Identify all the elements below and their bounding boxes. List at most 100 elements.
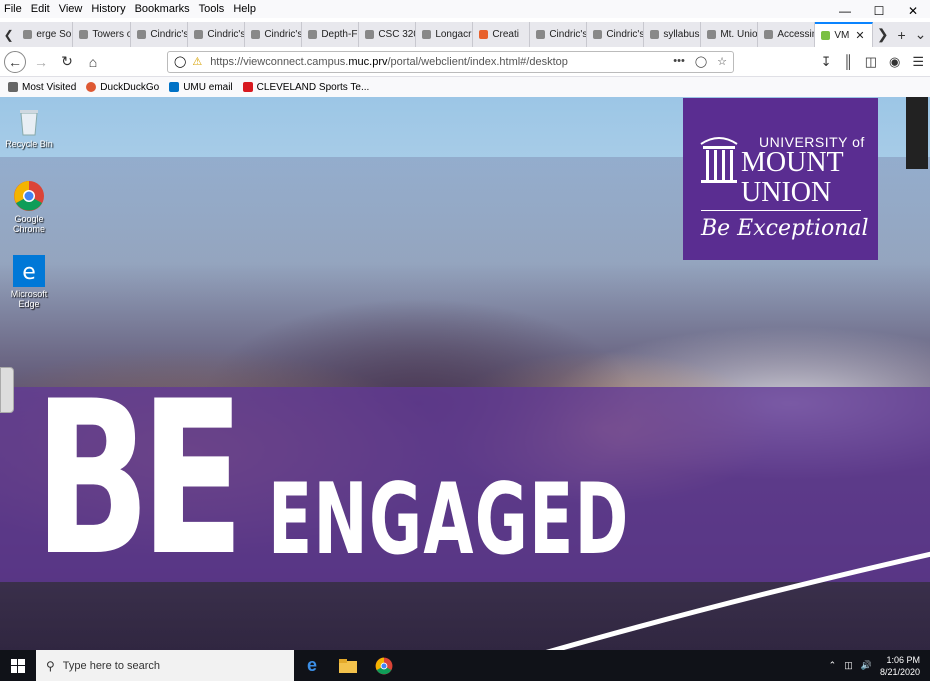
browser-tab[interactable]: VM ✕ xyxy=(815,22,874,47)
tab-label: Depth-Firs xyxy=(321,29,358,40)
menu-view[interactable]: View xyxy=(59,3,83,15)
taskbar-file-explorer[interactable] xyxy=(330,650,366,681)
tab-bar: ❮ erge Sor Towers of Cindric's C Cindric's … xyxy=(0,22,930,47)
sidebar-icon[interactable]: ◫ xyxy=(865,54,877,70)
windows-logo-icon xyxy=(11,658,25,673)
tab-favicon-icon xyxy=(821,31,831,40)
home-button[interactable]: ⌂ xyxy=(80,49,106,75)
menu-edit[interactable]: Edit xyxy=(31,3,50,15)
menu-help[interactable]: Help xyxy=(233,3,256,15)
start-button[interactable] xyxy=(0,650,36,681)
toolbar-right: ↧ ║ ◫ ◉ ☰ xyxy=(821,54,924,70)
tab-scroll-left-icon[interactable]: ❮ xyxy=(0,22,17,47)
browser-tab[interactable]: Accessing xyxy=(758,22,816,47)
wallpaper-headline-be: BE xyxy=(34,355,245,602)
search-placeholder: Type here to search xyxy=(62,659,161,672)
tab-close-icon[interactable]: ✕ xyxy=(855,29,864,42)
taskbar-chrome[interactable] xyxy=(366,650,402,681)
logo-tagline: Be Exceptional xyxy=(701,216,869,241)
browser-tab[interactable]: Cindric's C xyxy=(587,22,645,47)
menu-history[interactable]: History xyxy=(91,3,125,15)
browser-tab[interactable]: Towers of xyxy=(73,22,132,47)
taskbar-edge[interactable]: e xyxy=(294,650,330,681)
volume-icon[interactable]: 🔊 xyxy=(861,660,872,671)
navigation-bar: ← → ↻ ⌂ ◯ ⚠ https://viewconnect.campus.m… xyxy=(0,47,930,77)
taskbar-clock[interactable]: 1:06 PM 8/21/2020 xyxy=(880,654,920,678)
logo-divider xyxy=(701,210,861,211)
clock-date: 8/21/2020 xyxy=(879,666,920,677)
system-tray: ⌃ ◫ 🔊 1:06 PM 8/21/2020 xyxy=(829,650,920,681)
folder-icon xyxy=(339,658,357,673)
bookmark-cleveland-sports[interactable]: CLEVELAND Sports Te... xyxy=(242,82,369,93)
new-tab-button[interactable]: + xyxy=(892,22,911,47)
menu-bookmarks[interactable]: Bookmarks xyxy=(135,3,190,15)
tab-favicon-icon xyxy=(707,30,717,39)
browser-tab[interactable]: syllabus27 xyxy=(644,22,702,47)
chrome-icon xyxy=(375,657,393,674)
browser-tab[interactable]: Cindric's C xyxy=(530,22,588,47)
bookmark-duckduckgo[interactable]: DuckDuckGo xyxy=(86,82,159,93)
browser-tab[interactable]: CSC 320 La xyxy=(359,22,417,47)
duckduckgo-icon xyxy=(86,82,97,92)
shield-icon[interactable]: ◯ xyxy=(174,55,186,68)
tab-list-chevron-icon[interactable]: ⌄ xyxy=(911,22,930,47)
maximize-button[interactable]: ☐ xyxy=(862,0,896,22)
address-bar[interactable]: ◯ ⚠ https://viewconnect.campus.muc.prv/p… xyxy=(167,50,734,73)
bookmark-umu-email[interactable]: UMU email xyxy=(169,82,233,93)
desktop-icon-recycle-bin[interactable]: Recycle Bin xyxy=(4,105,54,149)
tab-strip: erge Sor Towers of Cindric's C Cindric's C C… xyxy=(17,22,874,47)
browser-tab[interactable]: erge Sor xyxy=(17,22,74,47)
back-button[interactable]: ← xyxy=(4,50,26,73)
forward-button[interactable]: → xyxy=(28,49,54,75)
hamburger-menu-icon[interactable]: ☰ xyxy=(912,54,924,70)
close-window-button[interactable]: ✕ xyxy=(896,0,930,22)
outlook-icon xyxy=(169,82,180,92)
account-icon[interactable]: ◉ xyxy=(889,54,900,70)
browser-tab[interactable]: Creati xyxy=(473,22,531,47)
desktop-icon-chrome[interactable]: Google Chrome xyxy=(4,180,54,234)
downloads-icon[interactable]: ↧ xyxy=(821,54,832,70)
search-icon: ⚲ xyxy=(46,658,55,673)
taskbar: ⚲ Type here to search e ⌃ ◫ 🔊 1:06 PM 8/… xyxy=(0,650,930,681)
browser-tab[interactable]: Cindric's C xyxy=(131,22,189,47)
minimize-button[interactable]: — xyxy=(828,0,862,22)
tab-favicon-icon xyxy=(593,30,603,39)
menu-file[interactable]: File xyxy=(4,3,22,15)
college-building-icon xyxy=(700,137,738,183)
tab-label: Cindric's C xyxy=(207,29,246,40)
browser-tab[interactable]: Depth-Firs xyxy=(302,22,360,47)
menu-tools[interactable]: Tools xyxy=(199,3,225,15)
tab-label: Towers of xyxy=(92,29,132,40)
network-icon[interactable]: ◫ xyxy=(844,660,853,671)
warning-lock-icon[interactable]: ⚠ xyxy=(192,55,202,68)
tab-favicon-icon xyxy=(137,30,147,39)
tab-favicon-icon xyxy=(479,30,489,39)
browser-tab[interactable]: Cindric's C xyxy=(188,22,246,47)
taskbar-search-box[interactable]: ⚲ Type here to search xyxy=(36,650,294,681)
tab-label: Longacre f xyxy=(435,29,474,40)
tab-label: syllabus27 xyxy=(663,29,700,40)
browser-tab[interactable]: Longacre f xyxy=(416,22,474,47)
horizon-sidebar-handle[interactable] xyxy=(0,367,14,413)
tab-favicon-icon xyxy=(194,30,204,39)
bookmarks-toolbar: Most Visited DuckDuckGo UMU email CLEVEL… xyxy=(0,77,930,97)
bookmark-star-icon[interactable]: ☆ xyxy=(717,55,727,68)
remote-desktop[interactable]: BE ENGAGED UNIVERSITY of MOUNT UNION Be … xyxy=(0,97,930,650)
bookmark-most-visited[interactable]: Most Visited xyxy=(8,82,76,93)
desktop-icon-edge[interactable]: e Microsoft Edge xyxy=(4,255,54,309)
reload-button[interactable]: ↻ xyxy=(54,49,80,75)
tab-label: Creati xyxy=(492,29,519,40)
page-actions-icon[interactable]: ••• xyxy=(673,55,685,68)
tab-favicon-icon xyxy=(536,30,546,39)
pocket-icon[interactable]: ◯ xyxy=(695,55,707,68)
tab-scroll-right-icon[interactable]: ❯ xyxy=(873,22,892,47)
mount-union-logo: UNIVERSITY of MOUNT UNION Be Exceptional xyxy=(683,98,878,260)
tab-label: VM xyxy=(834,30,850,41)
browser-tab[interactable]: Mt. Union xyxy=(701,22,759,47)
chevron-up-icon[interactable]: ⌃ xyxy=(829,660,837,671)
clock-time: 1:06 PM xyxy=(886,654,920,665)
browser-tab[interactable]: Cindric's C xyxy=(245,22,303,47)
window-controls: — ☐ ✕ xyxy=(828,0,930,22)
logo-union: UNION xyxy=(741,177,832,208)
library-icon[interactable]: ║ xyxy=(843,54,852,70)
